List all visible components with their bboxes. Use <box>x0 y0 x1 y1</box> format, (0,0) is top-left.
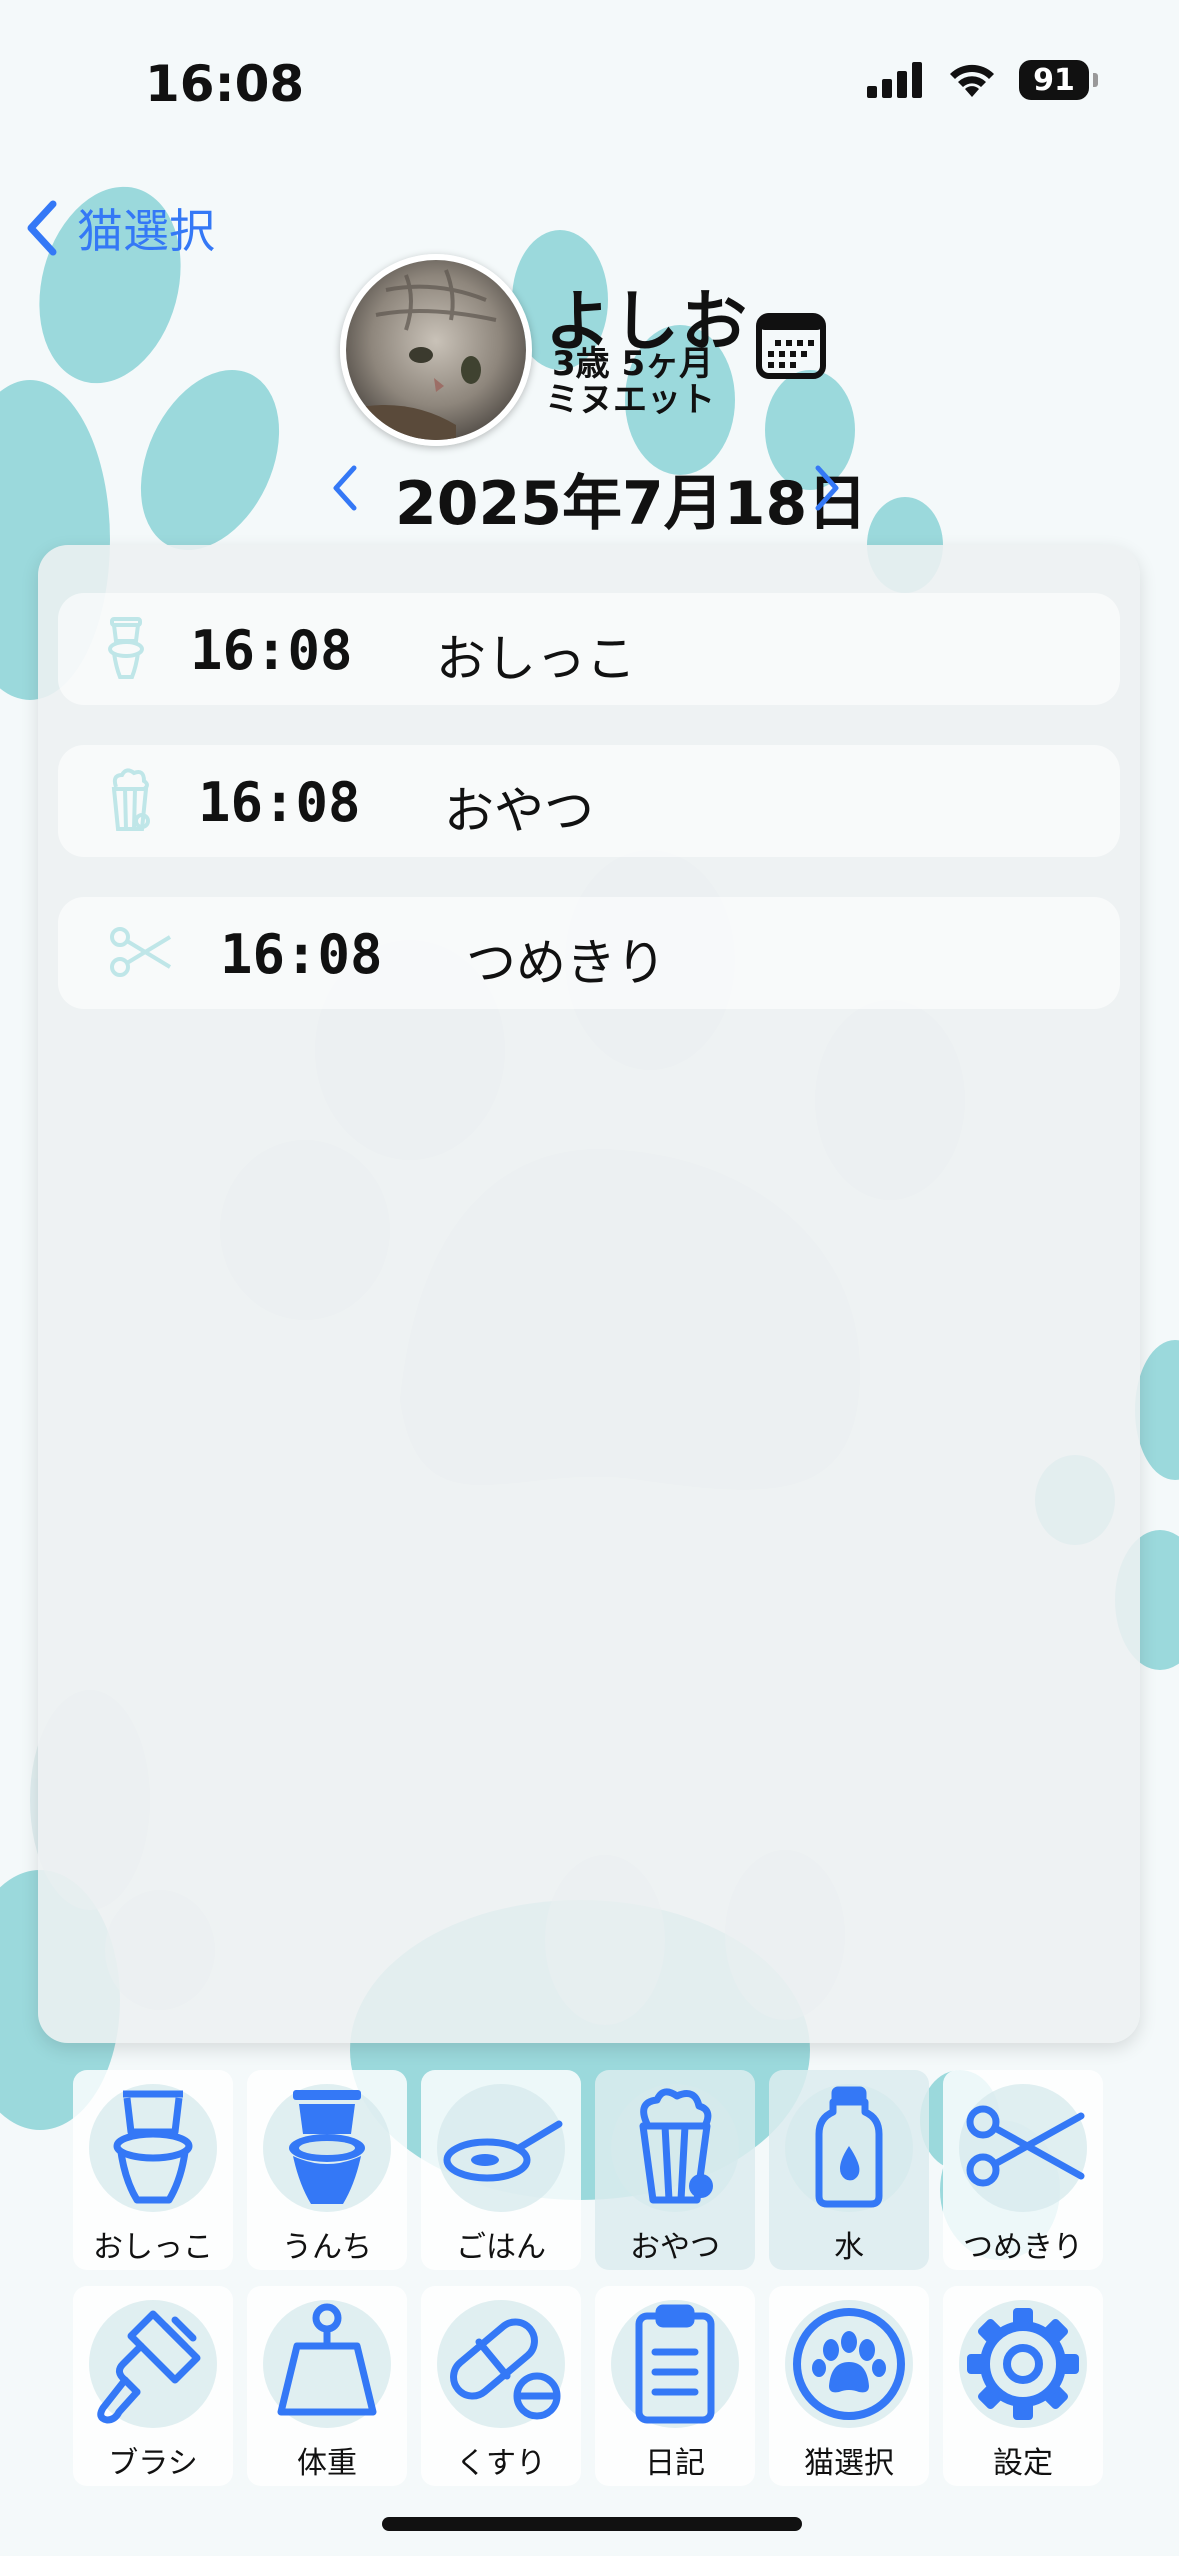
toilet-icon <box>108 617 144 679</box>
status-icons: 91 <box>867 60 1098 100</box>
frying-pan-icon <box>443 2120 563 2182</box>
clipboard-icon <box>635 2304 715 2424</box>
records-panel: 16:08 おしっこ 16:08 おやつ 16:08 つめきり <box>38 545 1140 2043</box>
scale-weight-icon <box>277 2303 377 2416</box>
chevron-left-icon <box>27 200 57 256</box>
record-row[interactable]: 16:08 おやつ <box>58 745 1120 857</box>
button-label: 体重 <box>297 2446 357 2481</box>
button-label: 水 <box>834 2230 864 2265</box>
record-row[interactable]: 16:08 つめきり <box>58 897 1120 1009</box>
prev-day-button[interactable] <box>328 462 362 518</box>
scissors-icon <box>110 927 172 977</box>
back-button[interactable]: 猫選択 <box>25 195 215 261</box>
record-row[interactable]: 16:08 おしっこ <box>58 593 1120 705</box>
current-date[interactable]: 2025年7月18日 <box>395 455 867 542</box>
water-bottle-icon <box>815 2086 883 2208</box>
toilet-filled-icon <box>289 2090 365 2204</box>
wifi-icon <box>950 64 994 97</box>
settings-button[interactable]: 設定 <box>943 2286 1103 2486</box>
popcorn-icon <box>111 768 150 831</box>
back-label: 猫選択 <box>77 204 215 258</box>
calendar-button[interactable] <box>755 310 827 384</box>
record-label: おしっこ <box>436 630 636 688</box>
scissors-icon <box>966 2105 1085 2187</box>
paw-circle-icon <box>793 2308 905 2420</box>
button-label: おやつ <box>630 2230 720 2265</box>
gear-icon <box>967 2308 1079 2420</box>
nail-trim-button[interactable]: つめきり <box>943 2070 1103 2270</box>
button-label: おしっこ <box>93 2230 213 2265</box>
button-label: くすり <box>456 2446 546 2481</box>
next-day-button[interactable] <box>810 462 844 518</box>
button-label: 設定 <box>993 2446 1053 2481</box>
record-time: 16:08 <box>198 771 361 834</box>
battery-indicator: 91 <box>1019 60 1098 100</box>
button-label: 日記 <box>645 2446 705 2481</box>
pills-icon <box>450 2318 561 2420</box>
calendar-icon <box>756 313 826 379</box>
brush-icon <box>97 2310 201 2424</box>
weight-button[interactable]: 体重 <box>247 2286 407 2486</box>
cellular-signal-icon <box>867 62 922 98</box>
chevron-left-icon <box>333 465 357 511</box>
food-button[interactable]: ごはん <box>421 2070 581 2270</box>
popcorn-icon <box>639 2088 713 2204</box>
water-button[interactable]: 水 <box>769 2070 929 2270</box>
button-label: 猫選択 <box>804 2446 894 2481</box>
status-time: 16:08 <box>145 55 305 113</box>
chevron-right-icon <box>815 465 839 511</box>
poop-button[interactable]: うんち <box>247 2070 407 2270</box>
record-time: 16:08 <box>220 923 383 986</box>
diary-button[interactable]: 日記 <box>595 2286 755 2486</box>
button-label: うんち <box>282 2230 372 2265</box>
cat-select-button[interactable]: 猫選択 <box>769 2286 929 2486</box>
record-label: おやつ <box>444 782 594 840</box>
button-label: ごはん <box>456 2230 546 2265</box>
pee-button[interactable]: おしっこ <box>73 2070 233 2270</box>
record-time: 16:08 <box>190 619 353 682</box>
brush-button[interactable]: ブラシ <box>73 2286 233 2486</box>
cat-breed: ミヌエット <box>545 380 715 420</box>
button-label: ブラシ <box>108 2446 198 2481</box>
button-label: つめきり <box>963 2230 1083 2265</box>
treat-button[interactable]: おやつ <box>595 2070 755 2270</box>
medicine-button[interactable]: くすり <box>421 2286 581 2486</box>
cat-avatar[interactable] <box>340 254 532 446</box>
home-indicator[interactable] <box>382 2517 802 2531</box>
cat-photo <box>346 260 526 440</box>
toilet-icon <box>113 2090 193 2204</box>
record-label: つめきり <box>466 934 666 992</box>
